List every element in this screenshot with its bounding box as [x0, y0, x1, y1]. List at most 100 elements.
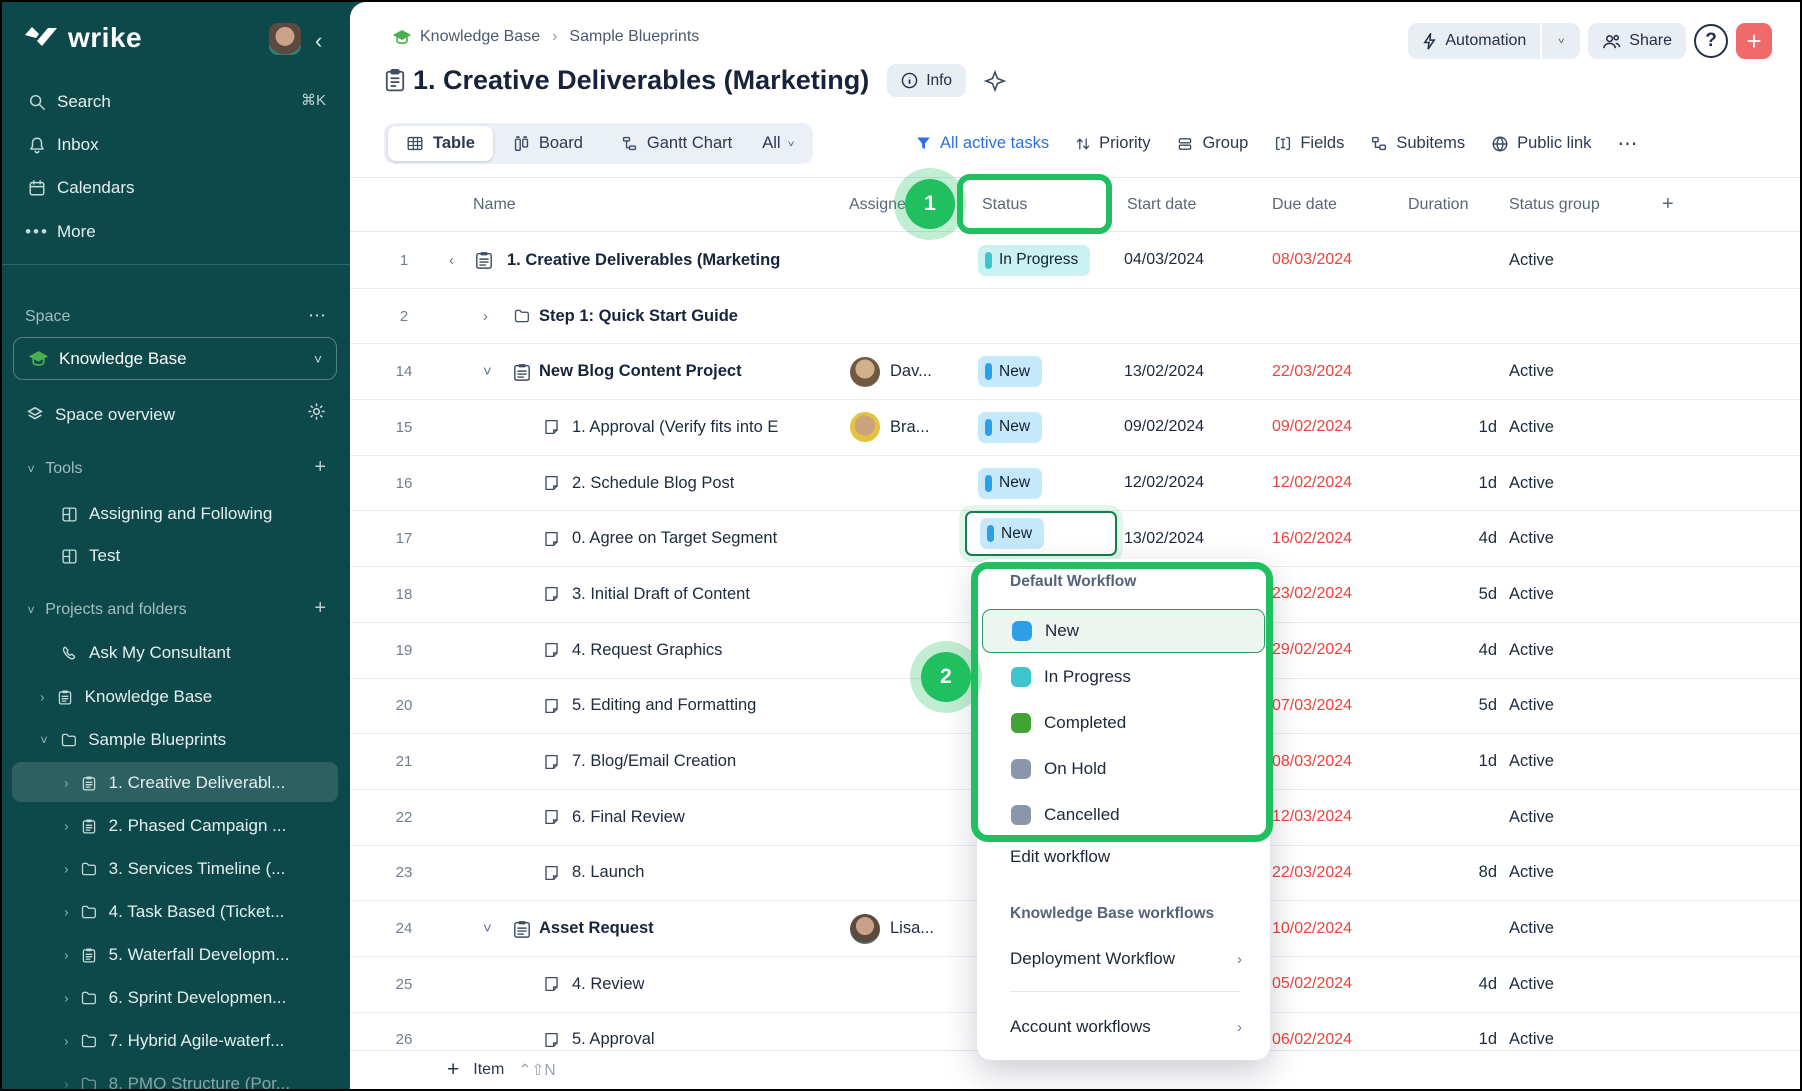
- status-cell[interactable]: New: [978, 456, 1042, 511]
- column-header-name[interactable]: Name: [473, 178, 516, 231]
- workflow-option-completed[interactable]: Completed: [982, 701, 1265, 745]
- edit-workflow-item[interactable]: Edit workflow: [1010, 847, 1110, 867]
- automation-button[interactable]: Automation: [1408, 23, 1540, 59]
- table-row[interactable]: 162. Schedule Blog PostNew12/02/202412/0…: [350, 456, 1800, 512]
- due-date[interactable]: 23/02/2024: [1272, 567, 1352, 622]
- column-header-start-date[interactable]: Start date: [1127, 178, 1196, 231]
- toolbar-fields-button[interactable]: Fields: [1274, 134, 1344, 153]
- due-date[interactable]: 22/03/2024: [1272, 344, 1352, 399]
- help-button[interactable]: ?: [1694, 24, 1728, 58]
- toolbar-group-button[interactable]: Group: [1176, 134, 1248, 153]
- task-name[interactable]: 2. Schedule Blog Post: [572, 456, 734, 511]
- sidebar-item-knowledge-base[interactable]: ›Knowledge Base: [40, 682, 212, 712]
- breadcrumb-space[interactable]: Knowledge Base: [420, 28, 540, 46]
- sidebar-item-blueprint-4[interactable]: ›4. Task Based (Ticket...: [64, 897, 284, 927]
- space-more-icon[interactable]: ⋯: [308, 305, 326, 326]
- sidebar-item-ask-my-consultant[interactable]: Ask My Consultant: [59, 638, 231, 668]
- info-button[interactable]: Info: [887, 64, 966, 97]
- due-date[interactable]: 12/02/2024: [1272, 456, 1352, 511]
- sidebar-item-space-overview[interactable]: Space overview: [25, 400, 175, 430]
- breadcrumb-folder[interactable]: Sample Blueprints: [569, 28, 699, 46]
- toolbar-priority-button[interactable]: Priority: [1075, 134, 1150, 153]
- add-column-button[interactable]: +: [1662, 178, 1674, 231]
- user-avatar[interactable]: [269, 23, 301, 55]
- toolbar-subitems-button[interactable]: Subitems: [1370, 134, 1465, 153]
- due-date[interactable]: 09/02/2024: [1272, 400, 1352, 455]
- sidebar-item-inbox[interactable]: Inbox: [27, 130, 99, 160]
- task-name[interactable]: Step 1: Quick Start Guide: [539, 289, 738, 344]
- task-name[interactable]: New Blog Content Project: [539, 344, 742, 399]
- deployment-workflow-item[interactable]: Deployment Workflow›: [1010, 949, 1242, 969]
- task-name[interactable]: 5. Editing and Formatting: [572, 679, 756, 734]
- assignee-cell[interactable]: Dav...: [850, 344, 944, 399]
- start-date[interactable]: 09/02/2024: [1124, 400, 1204, 455]
- status-badge[interactable]: In Progress: [978, 245, 1090, 276]
- account-workflows-item[interactable]: Account workflows›: [1010, 1017, 1242, 1037]
- workflow-option-new[interactable]: New: [982, 609, 1265, 653]
- start-date[interactable]: 04/03/2024: [1124, 233, 1204, 288]
- column-header-due-date[interactable]: Due date: [1272, 178, 1337, 231]
- view-filter-all[interactable]: All˅: [752, 134, 808, 153]
- sidebar-item-search[interactable]: Search: [27, 87, 111, 117]
- status-cell[interactable]: New: [978, 400, 1042, 455]
- status-badge[interactable]: New: [978, 468, 1042, 499]
- table-row[interactable]: 1‹1. Creative Deliverables (MarketingIn …: [350, 233, 1800, 289]
- add-button[interactable]: +: [1736, 23, 1772, 59]
- task-name[interactable]: 1. Approval (Verify fits into E: [572, 400, 778, 455]
- task-name[interactable]: 4. Review: [572, 957, 644, 1012]
- column-header-status-group[interactable]: Status group: [1509, 178, 1600, 231]
- row-collapse-icon[interactable]: ˅: [483, 344, 492, 399]
- sidebar-item-blueprint-8[interactable]: ›8. PMO Structure (Por...: [64, 1069, 290, 1091]
- sidebar-section-projects-and-folders[interactable]: ˅Projects and folders: [27, 595, 187, 625]
- tab-board[interactable]: Board: [495, 126, 601, 161]
- sidebar-item-assigning-and-following[interactable]: Assigning and Following: [59, 499, 272, 529]
- due-date[interactable]: 29/02/2024: [1272, 623, 1352, 678]
- due-date[interactable]: 22/03/2024: [1272, 846, 1352, 901]
- sidebar-item-test[interactable]: Test: [59, 541, 120, 571]
- due-date[interactable]: 16/02/2024: [1272, 511, 1352, 566]
- sidebar-item-blueprint-1[interactable]: ›1. Creative Deliverabl...: [64, 768, 285, 798]
- table-row[interactable]: 2›Step 1: Quick Start Guide: [350, 289, 1800, 345]
- space-selector[interactable]: Knowledge Base ˅: [13, 337, 337, 380]
- toolbar-more-button[interactable]: ⋯: [1617, 131, 1637, 156]
- status-badge[interactable]: New: [978, 356, 1042, 387]
- due-date[interactable]: 08/03/2024: [1272, 233, 1352, 288]
- due-date[interactable]: 10/02/2024: [1272, 901, 1352, 956]
- sidebar-item-blueprint-2[interactable]: ›2. Phased Campaign ...: [64, 811, 286, 841]
- sidebar-section-tools[interactable]: ˅Tools: [27, 454, 83, 484]
- row-expand-icon[interactable]: ‹: [449, 233, 454, 288]
- automation-dropdown-button[interactable]: ˅: [1542, 23, 1580, 59]
- start-date[interactable]: 13/02/2024: [1124, 344, 1204, 399]
- due-date[interactable]: 07/03/2024: [1272, 679, 1352, 734]
- sidebar-item-blueprint-5[interactable]: ›5. Waterfall Developm...: [64, 940, 289, 970]
- task-name[interactable]: 1. Creative Deliverables (Marketing: [507, 233, 780, 288]
- column-header-status[interactable]: Status: [982, 178, 1027, 231]
- assignee-cell[interactable]: Lisa...: [850, 901, 944, 956]
- due-date[interactable]: 05/02/2024: [1272, 957, 1352, 1012]
- table-row[interactable]: 14˅New Blog Content ProjectDav...New13/0…: [350, 344, 1800, 400]
- gear-icon[interactable]: [307, 402, 326, 421]
- due-date[interactable]: 08/03/2024: [1272, 734, 1352, 789]
- sidebar-item-sample-blueprints[interactable]: ˅Sample Blueprints: [40, 725, 226, 755]
- status-badge[interactable]: New: [978, 412, 1042, 443]
- wrike-logo[interactable]: wrike: [24, 22, 142, 54]
- row-collapse-icon[interactable]: ˅: [483, 901, 492, 956]
- tab-gantt-chart[interactable]: Gantt Chart: [603, 126, 750, 161]
- workflow-option-in-progress[interactable]: In Progress: [982, 655, 1265, 699]
- task-name[interactable]: 8. Launch: [572, 846, 644, 901]
- task-name[interactable]: 7. Blog/Email Creation: [572, 734, 736, 789]
- task-name[interactable]: 4. Request Graphics: [572, 623, 722, 678]
- sidebar-item-blueprint-6[interactable]: ›6. Sprint Developmen...: [64, 983, 286, 1013]
- start-date[interactable]: 12/02/2024: [1124, 456, 1204, 511]
- selected-status-cell[interactable]: New: [965, 511, 1117, 556]
- task-name[interactable]: 0. Agree on Target Segment: [572, 511, 777, 566]
- add-icon[interactable]: +: [314, 597, 326, 620]
- sidebar-item-more[interactable]: •••More: [27, 217, 96, 247]
- status-badge[interactable]: New: [980, 518, 1044, 549]
- due-date[interactable]: 12/03/2024: [1272, 790, 1352, 845]
- status-cell[interactable]: In Progress: [978, 233, 1090, 288]
- table-row[interactable]: 151. Approval (Verify fits into EBra...N…: [350, 400, 1800, 456]
- start-date[interactable]: 13/02/2024: [1124, 511, 1204, 566]
- filter-all-active-tasks[interactable]: All active tasks: [915, 134, 1049, 153]
- task-name[interactable]: 3. Initial Draft of Content: [572, 567, 750, 622]
